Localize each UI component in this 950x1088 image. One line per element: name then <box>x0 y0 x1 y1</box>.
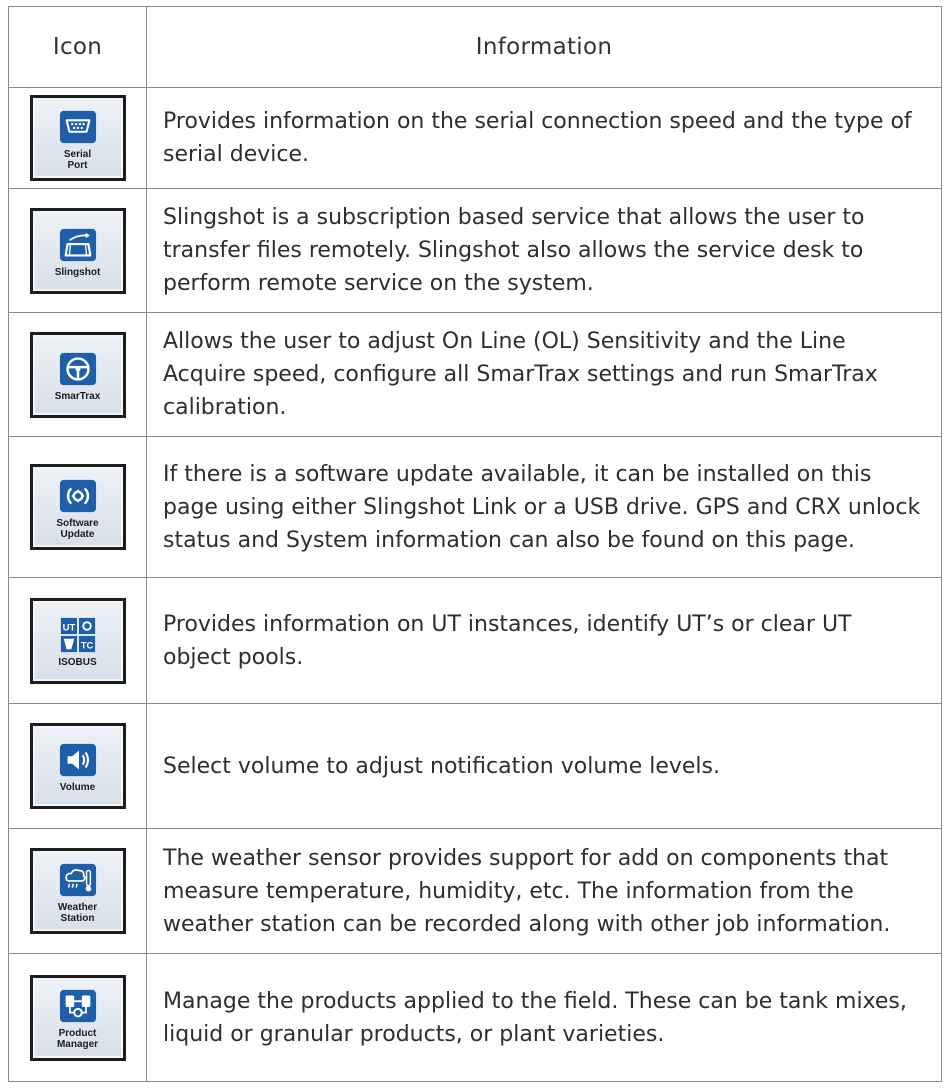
table-row: Software Update If there is a software u… <box>8 436 942 578</box>
icon-label: Slingshot <box>54 266 101 278</box>
svg-text:UT: UT <box>62 622 75 633</box>
icon-cell: Product Manager <box>8 953 147 1082</box>
icon-cell: UT TC ISOBUS <box>8 577 147 704</box>
svg-text:TC: TC <box>80 640 93 651</box>
icon-cell: Software Update <box>8 436 147 578</box>
isobus-button[interactable]: UT TC ISOBUS <box>29 597 126 684</box>
table-row: Serial Port Provides information on the … <box>8 87 942 189</box>
description-cell: The weather sensor provides support for … <box>146 828 942 954</box>
slingshot-icon <box>59 228 96 261</box>
software-update-button[interactable]: Software Update <box>29 464 126 550</box>
weather-station-icon <box>59 863 96 896</box>
volume-icon <box>59 743 96 777</box>
table-row: SmarTrax Allows the user to adjust On Li… <box>8 312 942 437</box>
icon-cell: Slingshot <box>8 188 147 313</box>
description-cell: Provides information on UT instances, id… <box>146 577 942 704</box>
icon-label: SmarTrax <box>54 390 101 402</box>
description-cell: Select volume to adjust notification vol… <box>146 703 942 829</box>
serial-port-icon <box>59 110 96 143</box>
smartrax-button[interactable]: SmarTrax <box>29 331 126 418</box>
volume-button[interactable]: Volume <box>29 723 126 809</box>
description-cell: Slingshot is a subscription based servic… <box>146 188 942 313</box>
information-column-header: Information <box>146 6 942 88</box>
icon-label: ISOBUS <box>58 656 97 668</box>
icon-cell: Weather Station <box>8 828 147 954</box>
icon-cell: Serial Port <box>8 87 147 189</box>
icon-information-table: Icon Information Serial Port Provides in… <box>8 6 942 1082</box>
icon-label: Product Manager <box>56 1028 99 1050</box>
description-cell: If there is a software update available,… <box>146 436 942 578</box>
serial-port-button[interactable]: Serial Port <box>29 95 126 181</box>
icon-label: Weather Station <box>57 901 98 924</box>
icon-column-header: Icon <box>8 6 147 88</box>
icon-cell: Volume <box>8 703 147 829</box>
weather-station-button[interactable]: Weather Station <box>29 848 126 934</box>
icon-label: Serial Port <box>63 148 92 171</box>
slingshot-button[interactable]: Slingshot <box>29 207 126 294</box>
description-cell: Allows the user to adjust On Line (OL) S… <box>146 312 942 437</box>
isobus-icon: UT TC <box>60 617 95 652</box>
table-row: Product Manager Manage the products appl… <box>8 953 942 1082</box>
table-row: Slingshot Slingshot is a subscription ba… <box>8 188 942 313</box>
software-update-icon <box>59 479 96 512</box>
table-row: Weather Station The weather sensor provi… <box>8 828 942 954</box>
smartrax-icon <box>59 352 96 385</box>
description-cell: Manage the products applied to the field… <box>146 953 942 1082</box>
icon-label: Volume <box>59 782 96 793</box>
product-manager-button[interactable]: Product Manager <box>29 974 126 1061</box>
table-row: Volume Select volume to adjust notificat… <box>8 703 942 829</box>
icon-cell: SmarTrax <box>8 312 147 437</box>
table-header-row: Icon Information <box>8 6 942 88</box>
icon-label: Software Update <box>56 517 99 540</box>
product-manager-icon <box>59 989 96 1023</box>
description-cell: Provides information on the serial conne… <box>146 87 942 189</box>
table-row: UT TC ISOBUS Provides information on UT … <box>8 577 942 704</box>
